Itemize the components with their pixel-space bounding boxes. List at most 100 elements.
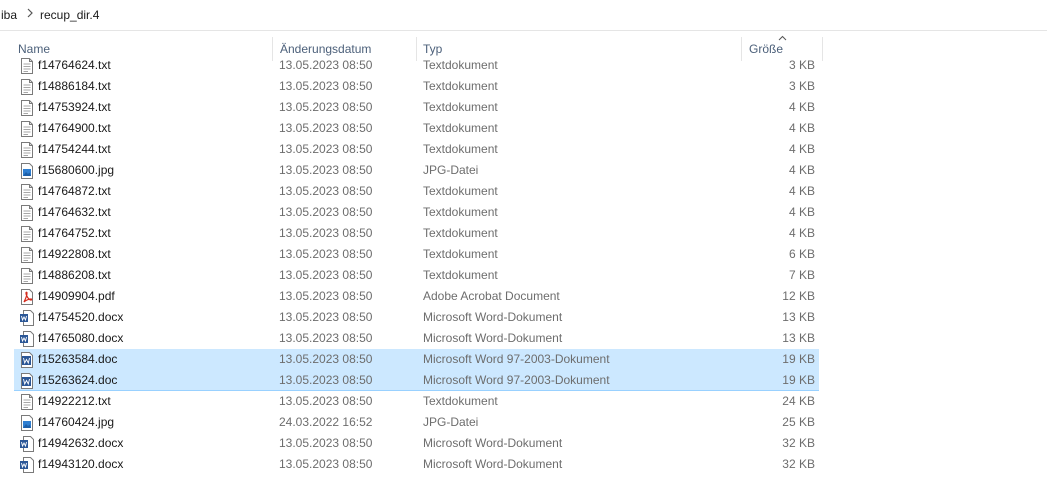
file-name: f14886184.txt bbox=[38, 79, 111, 93]
file-type: Microsoft Word-Dokument bbox=[423, 457, 563, 471]
address-bar[interactable]: iba recup_dir.4 bbox=[0, 0, 1047, 31]
file-type: JPG-Datei bbox=[423, 415, 479, 429]
file-row[interactable]: f14754520.docx 13.05.2023 08:50 Microsoft … bbox=[14, 307, 819, 328]
file-date: 13.05.2023 08:50 bbox=[279, 184, 373, 198]
word-file-icon bbox=[20, 457, 34, 473]
file-name: f14760424.jpg bbox=[38, 415, 115, 429]
file-date: 13.05.2023 08:50 bbox=[279, 58, 373, 72]
file-row[interactable]: f15263584.doc 13.05.2023 08:50 Microsoft W… bbox=[14, 349, 819, 370]
file-row[interactable]: f14764632.txt 13.05.2023 08:50 Textdokumen… bbox=[14, 202, 819, 223]
file-row[interactable]: f14943120.docx 13.05.2023 08:50 Microsoft … bbox=[14, 454, 819, 475]
file-date: 13.05.2023 08:50 bbox=[279, 247, 373, 261]
file-list[interactable]: f14764624.txt 13.05.2023 08:50 Textdokumen… bbox=[0, 55, 823, 479]
file-name: f14764632.txt bbox=[38, 205, 111, 219]
file-name: f14942632.docx bbox=[38, 436, 124, 450]
file-date: 13.05.2023 08:50 bbox=[279, 268, 373, 282]
pdf-file-icon bbox=[20, 289, 34, 305]
file-name: f14765080.docx bbox=[38, 331, 124, 345]
file-row[interactable]: f14764872.txt 13.05.2023 08:50 Textdokumen… bbox=[14, 181, 819, 202]
file-size: 24 KB bbox=[782, 394, 815, 408]
image-file-icon bbox=[20, 163, 34, 179]
image-file-icon bbox=[20, 415, 34, 431]
file-name: f15263624.doc bbox=[38, 373, 118, 387]
file-type: Textdokument bbox=[423, 226, 498, 240]
file-type: Textdokument bbox=[423, 184, 498, 198]
file-type: Textdokument bbox=[423, 394, 498, 408]
file-date: 13.05.2023 08:50 bbox=[279, 79, 373, 93]
text-file-icon bbox=[20, 268, 34, 284]
file-size: 19 KB bbox=[782, 373, 815, 387]
file-size: 4 KB bbox=[788, 163, 815, 177]
file-date: 13.05.2023 08:50 bbox=[279, 373, 373, 387]
file-name: f14922212.txt bbox=[38, 394, 111, 408]
file-row[interactable]: f14764752.txt 13.05.2023 08:50 Textdokumen… bbox=[14, 223, 819, 244]
chevron-right-icon[interactable] bbox=[25, 6, 35, 20]
file-date: 13.05.2023 08:50 bbox=[279, 121, 373, 135]
file-date: 24.03.2022 16:52 bbox=[279, 415, 373, 429]
file-name: f15263584.doc bbox=[38, 352, 118, 366]
file-row[interactable]: f14886208.txt 13.05.2023 08:50 Textdokumen… bbox=[14, 265, 819, 286]
file-size: 6 KB bbox=[788, 247, 815, 261]
file-row[interactable]: f14922212.txt 13.05.2023 08:50 Textdokumen… bbox=[14, 391, 819, 412]
file-row[interactable]: f14753924.txt 13.05.2023 08:50 Textdokumen… bbox=[14, 97, 819, 118]
text-file-icon bbox=[20, 142, 34, 158]
file-date: 13.05.2023 08:50 bbox=[279, 163, 373, 177]
file-date: 13.05.2023 08:50 bbox=[279, 226, 373, 240]
file-size: 4 KB bbox=[788, 184, 815, 198]
file-type: Microsoft Word-Dokument bbox=[423, 436, 563, 450]
file-row[interactable]: f14909904.pdf 13.05.2023 08:50 Adobe Acrob… bbox=[14, 286, 819, 307]
file-size: 7 KB bbox=[788, 268, 815, 282]
word-file-icon bbox=[20, 436, 34, 452]
word-file-icon bbox=[20, 352, 34, 368]
file-name: f14909904.pdf bbox=[38, 289, 115, 303]
file-size: 32 KB bbox=[782, 457, 815, 471]
file-name: f14922808.txt bbox=[38, 247, 111, 261]
file-size: 4 KB bbox=[788, 226, 815, 240]
file-name: f14754244.txt bbox=[38, 142, 111, 156]
file-size: 12 KB bbox=[782, 289, 815, 303]
file-name: f14754520.docx bbox=[38, 310, 124, 324]
file-row[interactable]: f14764900.txt 13.05.2023 08:50 Textdokumen… bbox=[14, 118, 819, 139]
file-size: 13 KB bbox=[782, 310, 815, 324]
word-file-icon bbox=[20, 310, 34, 326]
file-date: 13.05.2023 08:50 bbox=[279, 436, 373, 450]
file-row[interactable]: f15680600.jpg 13.05.2023 08:50 JPG-Datei 4 … bbox=[14, 160, 819, 181]
file-date: 13.05.2023 08:50 bbox=[279, 394, 373, 408]
text-file-icon bbox=[20, 121, 34, 137]
file-name: f14886208.txt bbox=[38, 268, 111, 282]
file-type: Textdokument bbox=[423, 247, 498, 261]
file-size: 19 KB bbox=[782, 352, 815, 366]
file-type: Textdokument bbox=[423, 205, 498, 219]
file-row[interactable]: f14942632.docx 13.05.2023 08:50 Microsoft … bbox=[14, 433, 819, 454]
text-file-icon bbox=[20, 100, 34, 116]
file-size: 4 KB bbox=[788, 142, 815, 156]
file-date: 13.05.2023 08:50 bbox=[279, 310, 373, 324]
file-size: 25 KB bbox=[782, 415, 815, 429]
text-file-icon bbox=[20, 247, 34, 263]
file-row[interactable]: f14760424.jpg 24.03.2022 16:52 JPG-Datei 25… bbox=[14, 412, 819, 433]
word-file-icon bbox=[20, 373, 34, 389]
file-name: f14764900.txt bbox=[38, 121, 111, 135]
file-row[interactable]: f14754244.txt 13.05.2023 08:50 Textdokumen… bbox=[14, 139, 819, 160]
file-name: f14943120.docx bbox=[38, 457, 124, 471]
file-row[interactable]: f14764624.txt 13.05.2023 08:50 Textdokumen… bbox=[14, 55, 819, 76]
text-file-icon bbox=[20, 205, 34, 221]
file-row[interactable]: f14922808.txt 13.05.2023 08:50 Textdokumen… bbox=[14, 244, 819, 265]
breadcrumb-parent[interactable]: iba bbox=[1, 8, 17, 22]
file-size: 13 KB bbox=[782, 331, 815, 345]
file-row[interactable]: f14765080.docx 13.05.2023 08:50 Microsoft … bbox=[14, 328, 819, 349]
file-name: f14764752.txt bbox=[38, 226, 111, 240]
text-file-icon bbox=[20, 226, 34, 242]
file-row[interactable]: f14886184.txt 13.05.2023 08:50 Textdokumen… bbox=[14, 76, 819, 97]
file-date: 13.05.2023 08:50 bbox=[279, 457, 373, 471]
file-name: f14764872.txt bbox=[38, 184, 111, 198]
file-date: 13.05.2023 08:50 bbox=[279, 352, 373, 366]
sort-ascending-icon bbox=[778, 35, 787, 41]
file-row[interactable]: f15263624.doc 13.05.2023 08:50 Microsoft W… bbox=[14, 370, 819, 391]
file-date: 13.05.2023 08:50 bbox=[279, 205, 373, 219]
file-type: Microsoft Word 97-2003-Dokument bbox=[423, 352, 610, 366]
file-size: 4 KB bbox=[788, 121, 815, 135]
text-file-icon bbox=[20, 184, 34, 200]
file-type: Textdokument bbox=[423, 142, 498, 156]
breadcrumb-current[interactable]: recup_dir.4 bbox=[40, 8, 99, 22]
